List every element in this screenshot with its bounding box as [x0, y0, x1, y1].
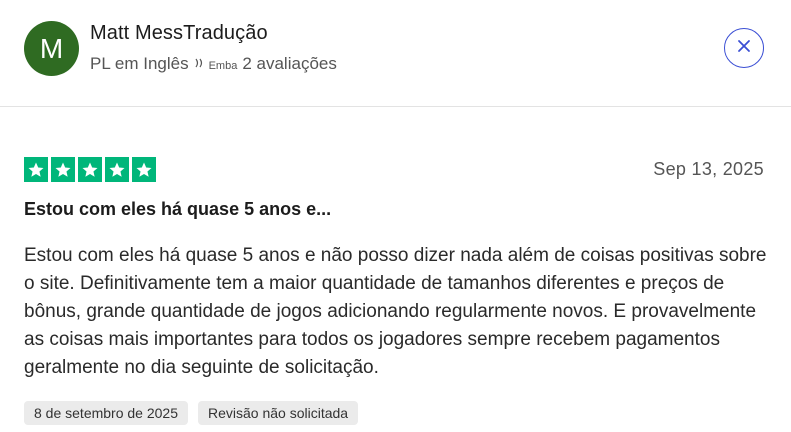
review-body: Estou com eles há quase 5 anos e não pos… — [24, 245, 767, 378]
star-icon — [24, 157, 48, 182]
reviewer-header: M Matt MessTradução PL em Inglês Emba 2 … — [0, 0, 791, 107]
close-icon — [736, 38, 752, 59]
translate-label: Emba — [208, 60, 238, 72]
star-icon — [105, 157, 129, 182]
star-icon — [51, 157, 75, 182]
reviewer-country: PL em Inglês — [90, 54, 189, 73]
review-date: Sep 13, 2025 — [653, 159, 764, 179]
experience-date-tag: 8 de setembro de 2025 — [24, 401, 188, 425]
star-rating — [24, 157, 156, 182]
reviews-count[interactable]: 2 avaliações — [242, 54, 337, 74]
avatar[interactable]: M — [24, 21, 79, 76]
review-type-tag[interactable]: Revisão não solicitada — [198, 401, 359, 425]
reviewer-name[interactable]: Matt MessTradução — [90, 22, 268, 45]
review-tags: 8 de setembro de 2025 Revisão não solici… — [24, 401, 359, 425]
translate-icon — [194, 57, 206, 72]
review-title: Estou com eles há quase 5 anos e... — [24, 199, 332, 219]
star-icon — [78, 157, 102, 182]
close-button[interactable] — [724, 28, 764, 68]
reviewer-meta: PL em Inglês Emba 2 avaliações — [90, 54, 337, 74]
star-icon — [132, 157, 156, 182]
